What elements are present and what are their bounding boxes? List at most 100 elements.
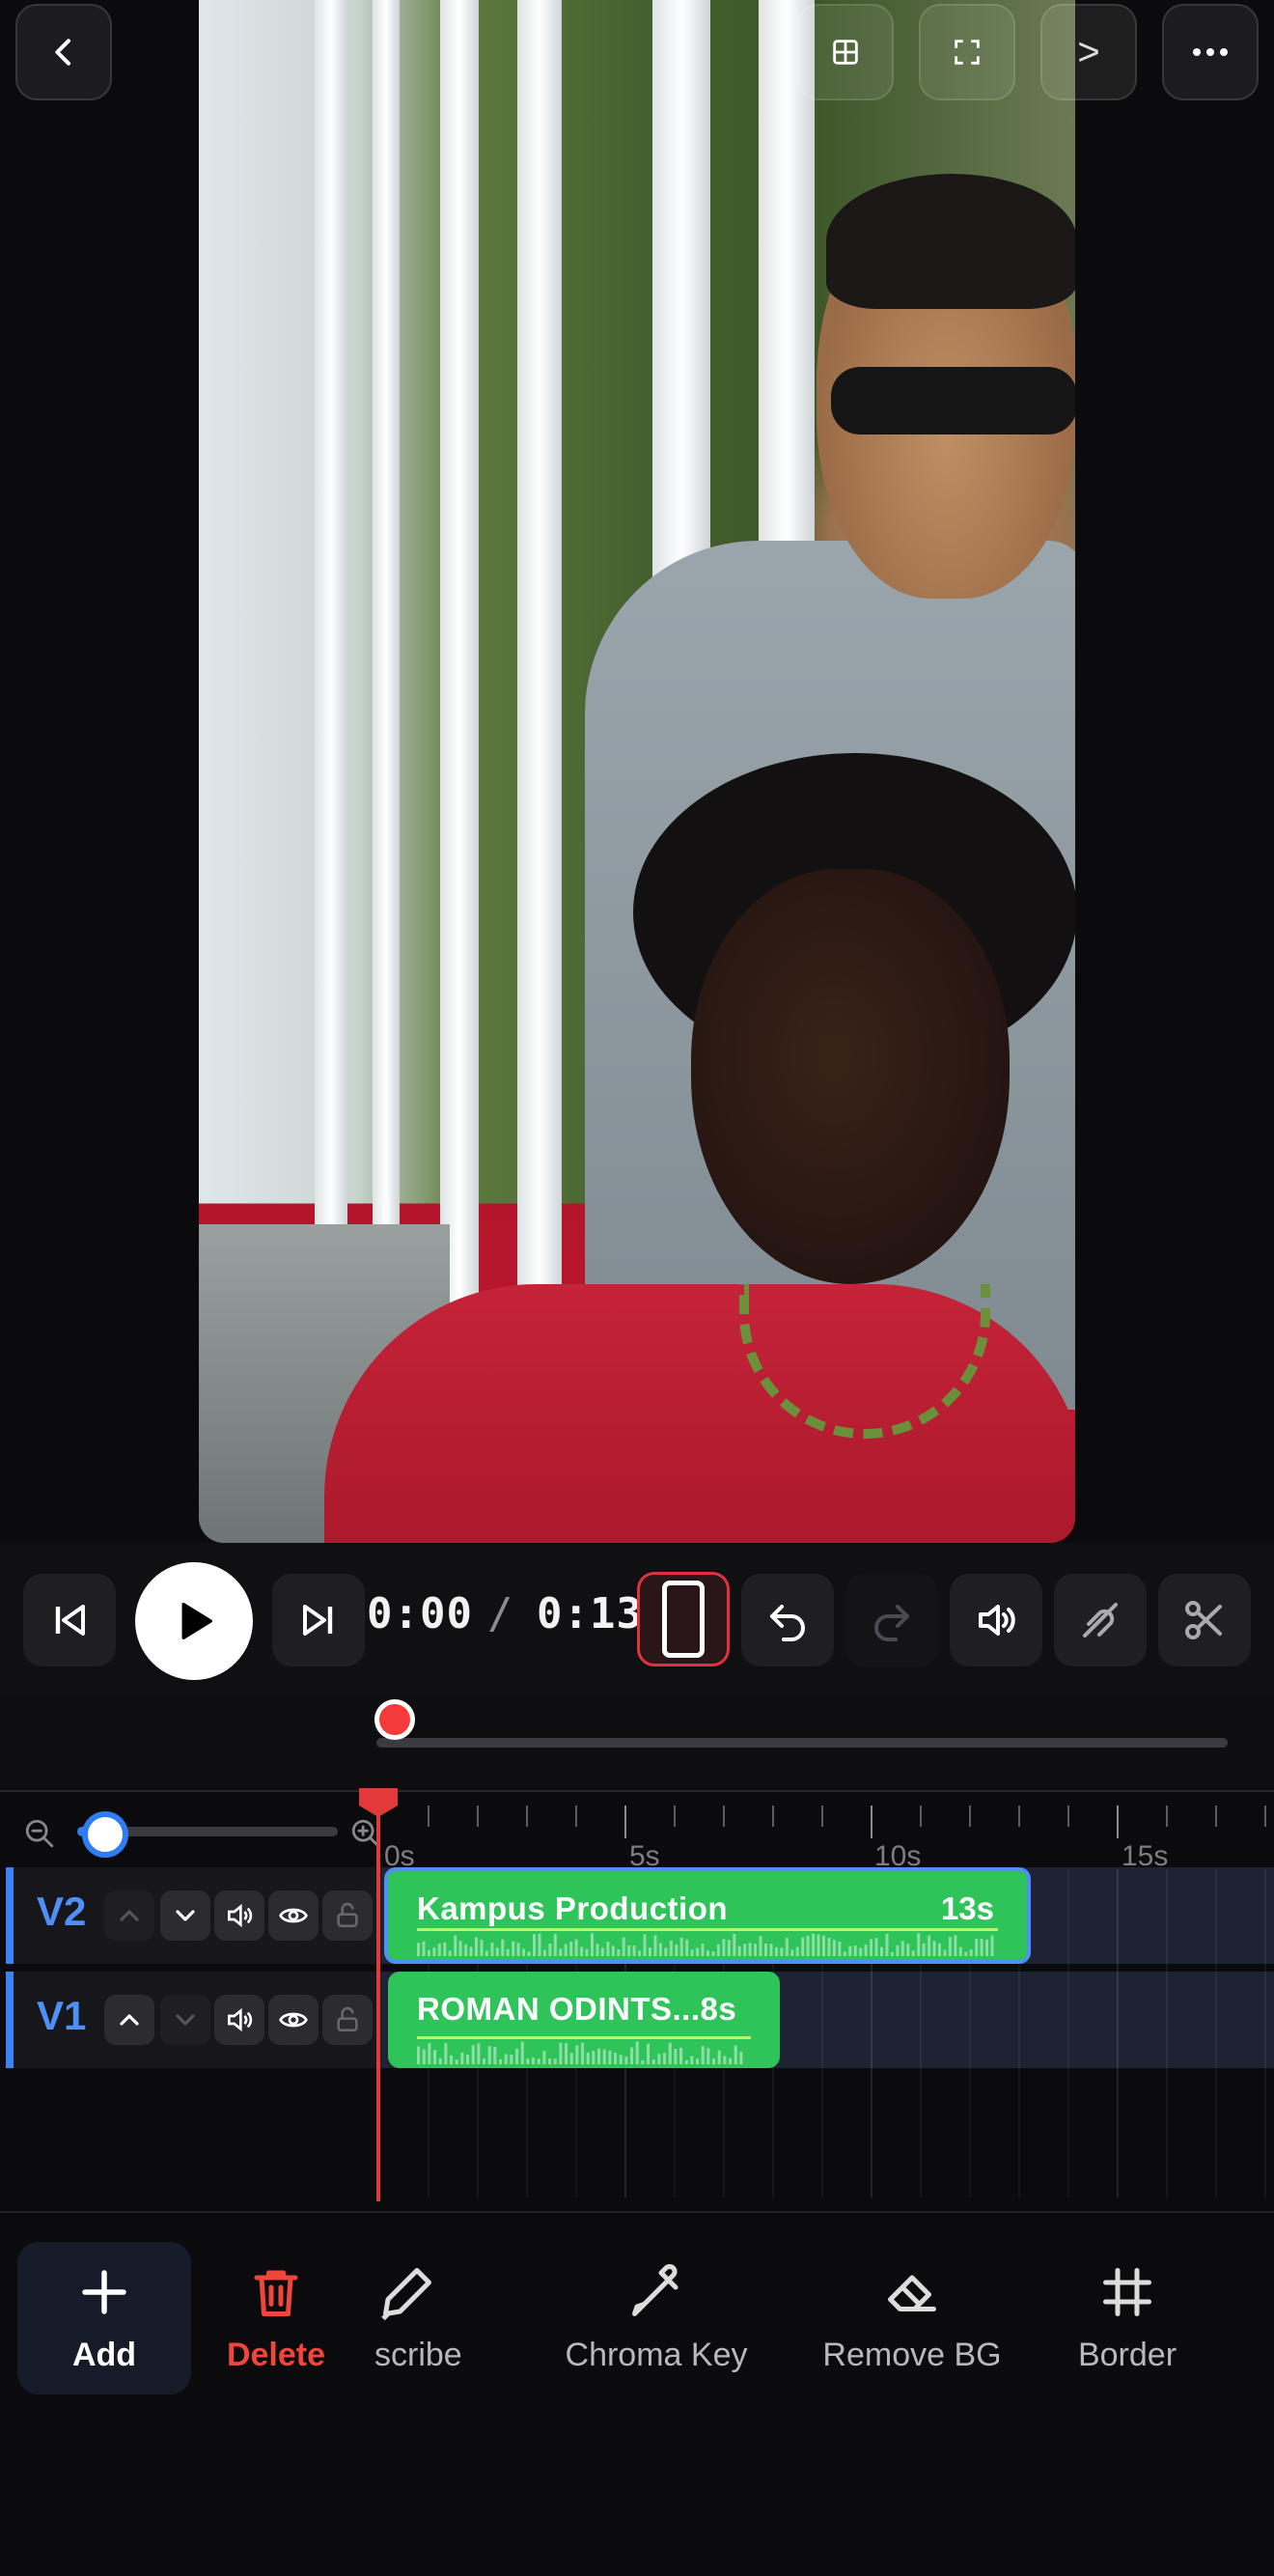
zoom-slider-handle[interactable] <box>81 1811 128 1858</box>
aspect-portrait-icon <box>662 1581 705 1658</box>
trash-icon <box>254 2270 298 2316</box>
chevron-up-icon <box>120 2014 139 2026</box>
transport-bar: 0:00 / 0:13 <box>0 1543 1274 1697</box>
timeline-gridline <box>1166 1869 1168 2198</box>
magnet-snap-button[interactable] <box>1054 1574 1147 1666</box>
volume-icon <box>228 1903 253 1928</box>
playhead-line[interactable] <box>376 1796 380 2201</box>
total-time: 0:13 <box>537 1589 643 1638</box>
ruler-tick <box>920 1806 922 1827</box>
timeline-gridline <box>1264 1869 1266 2198</box>
border-label: Border <box>1077 2337 1177 2373</box>
play-button[interactable] <box>135 1562 253 1680</box>
bottom-toolbar: Add Delete scribe Chroma Key Remove BG B… <box>0 2211 1274 2576</box>
ruler-tick <box>1018 1806 1020 1827</box>
pen-icon <box>381 2268 431 2321</box>
ruler-tick <box>871 1806 872 1838</box>
track-visibility-button[interactable] <box>268 1890 318 1941</box>
ruler-tick <box>428 1806 429 1827</box>
track-name: V2 <box>37 1889 87 1934</box>
time-separator: / <box>487 1589 513 1638</box>
timeline[interactable]: 0s 5s 10s 15s V2 V1 Kampus Production 13… <box>0 1790 1274 2211</box>
skip-forward-icon <box>303 1605 333 1636</box>
fullscreen-button[interactable] <box>919 4 1015 100</box>
layout-grid-icon <box>833 40 858 65</box>
move-track-down-button[interactable] <box>160 1995 210 2045</box>
skip-to-start-button[interactable] <box>23 1574 116 1666</box>
plus-icon <box>82 2270 126 2314</box>
move-track-up-button[interactable] <box>104 1890 154 1941</box>
back-button[interactable] <box>15 4 112 100</box>
remove-bg-button[interactable]: Remove BG <box>811 2242 1013 2394</box>
scissors-icon <box>1185 1601 1222 1639</box>
track-audio-button[interactable] <box>214 1995 264 2045</box>
clip-duration: 13s <box>940 1890 994 1926</box>
chevron-down-icon <box>176 2014 195 2026</box>
scrub-track[interactable] <box>376 1738 1228 1748</box>
chevron-up-icon <box>120 1910 139 1921</box>
delete-label: Delete <box>226 2337 326 2373</box>
ruler-tick <box>575 1806 577 1827</box>
volume-button[interactable] <box>950 1574 1042 1666</box>
delete-button[interactable]: Delete <box>203 2242 349 2394</box>
volume-icon <box>228 2007 253 2032</box>
redo-icon <box>874 1605 909 1641</box>
move-track-up-button[interactable] <box>104 1995 154 2045</box>
ruler-tick <box>1215 1806 1217 1827</box>
aspect-ratio-button[interactable] <box>637 1572 730 1666</box>
zoom-out-icon[interactable] <box>23 1817 56 1850</box>
ruler-tick <box>969 1806 971 1827</box>
ruler-tick <box>723 1806 725 1827</box>
chroma-key-label: Chroma Key <box>565 2337 748 2373</box>
ruler-tick <box>821 1806 823 1827</box>
audio-waveform <box>417 1933 994 1956</box>
unlock-icon <box>337 1902 358 1927</box>
ruler-tick <box>526 1806 528 1827</box>
border-button[interactable]: Border <box>1060 2242 1195 2394</box>
split-button[interactable] <box>1158 1574 1251 1666</box>
scrub-bar[interactable] <box>0 1697 1274 1790</box>
timeline-gridline <box>1215 1869 1217 2198</box>
timeline-gridline <box>1117 1869 1119 2198</box>
next-label: > <box>1077 30 1100 73</box>
scrub-handle[interactable] <box>374 1699 415 1740</box>
transcribe-button[interactable]: scribe <box>374 2242 500 2394</box>
clip-label: Kampus Production <box>417 1890 729 1926</box>
ruler-tick <box>674 1806 676 1827</box>
eye-icon <box>279 1908 308 1923</box>
track-lock-button[interactable] <box>322 1890 373 1941</box>
ruler-tick <box>1264 1806 1266 1827</box>
layout-button[interactable] <box>797 4 894 100</box>
chroma-key-button[interactable]: Chroma Key <box>550 2242 762 2394</box>
add-button[interactable]: Add <box>17 2242 191 2394</box>
redo-button[interactable] <box>845 1574 938 1666</box>
ruler-tick <box>1117 1806 1119 1838</box>
unlock-icon <box>337 2006 358 2031</box>
eraser-icon <box>888 2275 936 2311</box>
add-label: Add <box>71 2337 137 2373</box>
ruler-tick <box>1166 1806 1168 1827</box>
more-icon <box>1193 48 1228 56</box>
video-preview[interactable] <box>199 0 1075 1543</box>
magnet-off-icon <box>1083 1603 1118 1638</box>
track-visibility-button[interactable] <box>268 1995 318 2045</box>
ruler-tick <box>624 1806 626 1838</box>
track-lock-button[interactable] <box>322 1995 373 2045</box>
undo-icon <box>770 1605 805 1641</box>
chevron-down-icon <box>176 1910 195 1921</box>
undo-button[interactable] <box>741 1574 834 1666</box>
time-ruler[interactable]: 0s 5s 10s 15s <box>378 1792 1274 1872</box>
eyedropper-icon <box>632 2263 679 2316</box>
next-button[interactable]: > <box>1040 4 1137 100</box>
skip-to-end-button[interactable] <box>272 1574 365 1666</box>
more-button[interactable] <box>1162 4 1259 100</box>
move-track-down-button[interactable] <box>160 1890 210 1941</box>
track-audio-button[interactable] <box>214 1890 264 1941</box>
play-icon <box>181 1603 212 1639</box>
clip-kampus-production[interactable]: Kampus Production 13s <box>384 1867 1031 1964</box>
audio-waveform <box>417 2041 743 2064</box>
track-header-v1: V1 <box>6 1972 376 2068</box>
clip-roman-odints[interactable]: ROMAN ODINTS...8s <box>388 1972 780 2068</box>
remove-bg-label: Remove BG <box>822 2337 1002 2373</box>
ruler-tick <box>477 1806 479 1827</box>
